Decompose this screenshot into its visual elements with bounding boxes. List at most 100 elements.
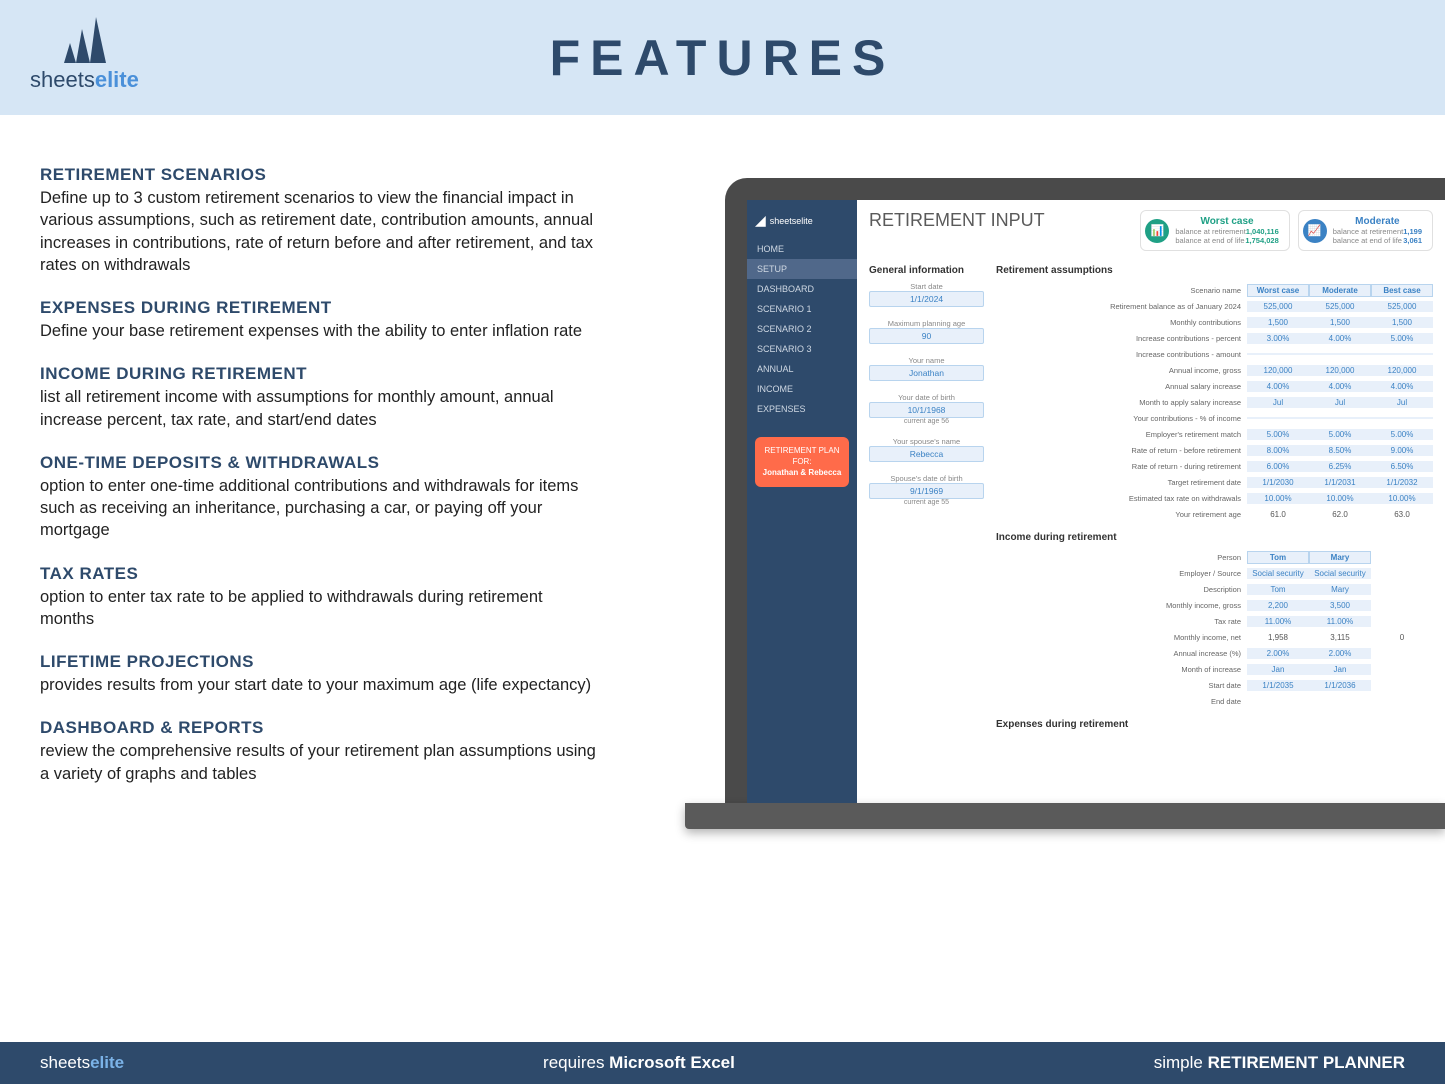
cell-value[interactable]: Social security [1247,568,1309,579]
cell-value[interactable]: Jan [1247,664,1309,675]
cell-value[interactable]: 10.00% [1309,493,1371,504]
card-label: balance at end of life [1333,236,1402,245]
cell-value[interactable]: Mary [1309,584,1371,595]
cell-value[interactable]: 6.50% [1371,461,1433,472]
scenario-card-worst: 📊 Worst case balance at retirement 1,040… [1140,210,1289,251]
cell-value[interactable]: 2.00% [1247,648,1309,659]
cell-value[interactable] [1309,417,1371,419]
cell-value[interactable]: 9.00% [1371,445,1433,456]
cell-value[interactable]: 1/1/2035 [1247,680,1309,691]
table-row: Start date1/1/20351/1/2036 [996,677,1433,693]
input-value[interactable]: 10/1/1968 [869,402,984,418]
app-sidebar: ◢sheetselite HOMESETUPDASHBOARDSCENARIO … [747,200,857,803]
cell-value[interactable] [1247,353,1309,355]
input-value[interactable]: 1/1/2024 [869,291,984,307]
feature-title: LIFETIME PROJECTIONS [40,652,600,672]
cell-value[interactable]: 5.00% [1371,429,1433,440]
table-row: Monthly income, net1,9583,1150 [996,629,1433,645]
column-header[interactable]: Best case [1371,284,1433,297]
chart-icon: 📈 [1303,219,1327,243]
laptop-body: ◢sheetselite HOMESETUPDASHBOARDSCENARIO … [725,178,1445,803]
input-row: Spouse's date of birth9/1/1969current ag… [869,474,984,506]
cell-value[interactable]: 2,200 [1247,600,1309,611]
cell-value[interactable]: 120,000 [1247,365,1309,376]
feature-item: DASHBOARD & REPORTSreview the comprehens… [40,718,600,785]
cell-value[interactable]: 120,000 [1309,365,1371,376]
cell-value[interactable]: 1,500 [1371,317,1433,328]
cell-value[interactable]: 8.00% [1247,445,1309,456]
input-value[interactable]: 90 [869,328,984,344]
cell-value[interactable] [1371,417,1433,419]
table-row: Employer's retirement match5.00%5.00%5.0… [996,426,1433,442]
column-header[interactable]: Moderate [1309,284,1371,297]
sidebar-item-expenses[interactable]: EXPENSES [747,399,857,419]
cell-value[interactable]: 525,000 [1371,301,1433,312]
cell-value[interactable] [1371,353,1433,355]
row-label: Monthly income, gross [996,601,1247,610]
card-value: 1,040,116 [1246,227,1279,236]
input-value[interactable]: 9/1/1969 [869,483,984,499]
cell-value[interactable]: 5.00% [1309,429,1371,440]
input-label: Start date [869,282,984,291]
retirement-badge: RETIREMENT PLAN FOR:Jonathan & Rebecca [755,437,849,487]
column-header[interactable]: Tom [1247,551,1309,564]
cell-value[interactable] [1309,353,1371,355]
cell-value[interactable]: 6.25% [1309,461,1371,472]
input-value[interactable]: Jonathan [869,365,984,381]
cell-value[interactable]: 8.50% [1309,445,1371,456]
cell-value[interactable]: 3,500 [1309,600,1371,611]
cell-value[interactable] [1247,417,1309,419]
cell-value[interactable]: Tom [1247,584,1309,595]
sidebar-item-income[interactable]: INCOME [747,379,857,399]
column-header[interactable]: Mary [1309,551,1371,564]
cell-value[interactable]: 1/1/2031 [1309,477,1371,488]
input-value[interactable]: Rebecca [869,446,984,462]
row-label: Estimated tax rate on withdrawals [996,494,1247,503]
row-label: Your retirement age [996,510,1247,519]
cell-value[interactable]: 5.00% [1247,429,1309,440]
feature-item: TAX RATESoption to enter tax rate to be … [40,564,600,631]
cell-value[interactable]: 1,500 [1247,317,1309,328]
card-label: balance at retirement [1175,227,1245,236]
logo-text: sheetselite [30,67,139,93]
cell-value[interactable]: 4.00% [1371,381,1433,392]
cell-value[interactable]: 4.00% [1247,381,1309,392]
cell-value[interactable]: 5.00% [1371,333,1433,344]
cell-value[interactable]: 1,500 [1309,317,1371,328]
cell-value[interactable]: Jan [1309,664,1371,675]
cell-value[interactable]: 120,000 [1371,365,1433,376]
cell-value[interactable]: 3.00% [1247,333,1309,344]
feature-item: LIFETIME PROJECTIONSprovides results fro… [40,652,600,696]
cell-value[interactable]: 4.00% [1309,381,1371,392]
row-label: Month to apply salary increase [996,398,1247,407]
cell-value[interactable]: 525,000 [1247,301,1309,312]
cell-value[interactable]: 1/1/2036 [1309,680,1371,691]
cell-value[interactable]: Jul [1371,397,1433,408]
sidebar-item-dashboard[interactable]: DASHBOARD [747,279,857,299]
cell-value[interactable]: Jul [1247,397,1309,408]
cell-value[interactable]: 4.00% [1309,333,1371,344]
sidebar-item-scenario-2[interactable]: SCENARIO 2 [747,319,857,339]
card-value: 1,199 [1403,227,1422,236]
cell-value[interactable]: 10.00% [1371,493,1433,504]
cell-value[interactable]: 2.00% [1309,648,1371,659]
cell-value[interactable]: 525,000 [1309,301,1371,312]
cell-value[interactable]: Social security [1309,568,1371,579]
badge-names: Jonathan & Rebecca [763,468,842,477]
sidebar-item-scenario-3[interactable]: SCENARIO 3 [747,339,857,359]
sidebar-item-annual[interactable]: ANNUAL [747,359,857,379]
cell-value[interactable]: 6.00% [1247,461,1309,472]
cell-value[interactable]: 1/1/2032 [1371,477,1433,488]
sidebar-item-home[interactable]: HOME [747,239,857,259]
column-header[interactable]: Worst case [1247,284,1309,297]
cell-value[interactable]: Jul [1309,397,1371,408]
cell-value[interactable]: 1/1/2030 [1247,477,1309,488]
feature-item: INCOME DURING RETIREMENTlist all retirem… [40,364,600,431]
cell-value[interactable]: 11.00% [1309,616,1371,627]
feature-title: ONE-TIME DEPOSITS & WITHDRAWALS [40,453,600,473]
cell-value[interactable]: 11.00% [1247,616,1309,627]
sidebar-item-scenario-1[interactable]: SCENARIO 1 [747,299,857,319]
cell-value [1371,604,1433,606]
sidebar-item-setup[interactable]: SETUP [747,259,857,279]
cell-value[interactable]: 10.00% [1247,493,1309,504]
